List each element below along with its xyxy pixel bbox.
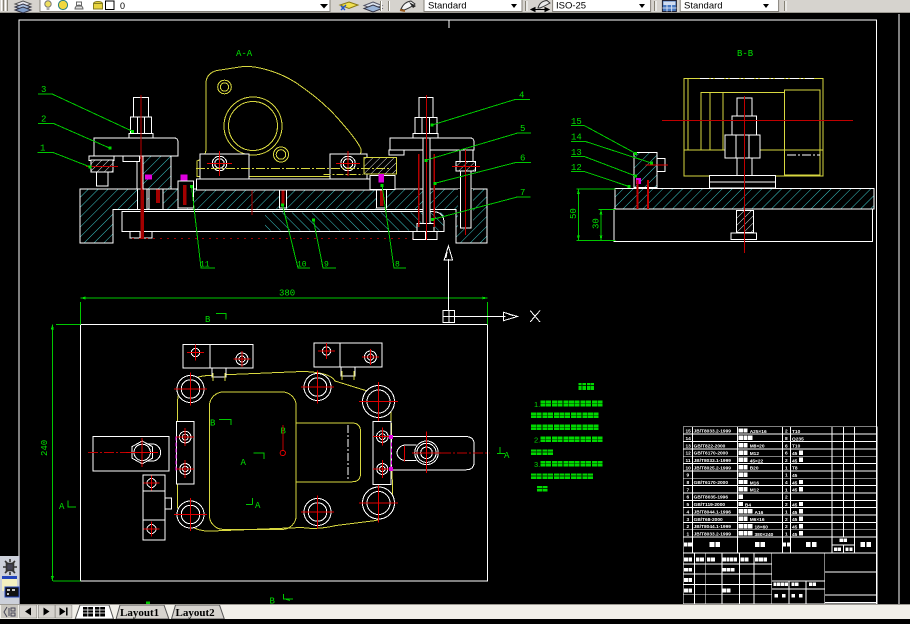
- svg-text:1: 1: [40, 144, 45, 154]
- svg-text:13: 13: [571, 148, 582, 158]
- svg-text:11: 11: [200, 261, 210, 270]
- svg-text:M6×16: M6×16: [750, 517, 765, 523]
- svg-text:50: 50: [569, 208, 579, 219]
- svg-text:45: 45: [792, 458, 798, 464]
- svg-text:380: 380: [279, 289, 295, 299]
- svg-text:T8: T8: [792, 466, 798, 472]
- svg-text:45: 45: [792, 525, 798, 531]
- svg-text:M8×20: M8×20: [750, 444, 765, 450]
- svg-text:A: A: [504, 451, 510, 461]
- svg-text:2: 2: [41, 115, 46, 125]
- svg-text:5: 5: [520, 124, 525, 134]
- svg-text:45: 45: [792, 510, 798, 516]
- svg-text:A: A: [241, 458, 247, 468]
- svg-text:A25×16: A25×16: [750, 429, 767, 435]
- svg-text:Standard: Standard: [428, 1, 467, 12]
- svg-text:12: 12: [571, 163, 582, 173]
- svg-text:45: 45: [792, 480, 798, 486]
- svg-text:30: 30: [592, 218, 602, 229]
- svg-text:9: 9: [324, 261, 329, 270]
- svg-text:4: 4: [519, 91, 524, 101]
- svg-text:M12: M12: [750, 488, 760, 494]
- svg-text:45×22: 45×22: [750, 458, 764, 464]
- svg-text:45: 45: [792, 488, 798, 494]
- svg-text:45: 45: [792, 517, 798, 523]
- svg-text:380×240: 380×240: [755, 532, 774, 538]
- svg-text:18×60: 18×60: [755, 525, 769, 531]
- svg-text:B: B: [270, 597, 276, 605]
- svg-text:15: 15: [571, 117, 582, 127]
- svg-text:B-B: B-B: [737, 49, 754, 59]
- svg-text:10: 10: [297, 261, 307, 270]
- svg-text:T10: T10: [792, 429, 801, 435]
- svg-text:8: 8: [395, 261, 400, 270]
- svg-text:240: 240: [40, 440, 50, 456]
- svg-text:14: 14: [571, 132, 582, 142]
- svg-text:A: A: [59, 502, 65, 512]
- svg-text:3.: 3.: [534, 460, 540, 469]
- svg-text:B4: B4: [745, 502, 751, 508]
- svg-text:M16: M16: [750, 480, 760, 486]
- svg-text:286621141221221: 286621141221221: [785, 429, 788, 538]
- svg-text:A: A: [255, 501, 261, 511]
- svg-text:45: 45: [792, 532, 798, 538]
- svg-text:M12: M12: [750, 451, 760, 457]
- svg-text:6: 6: [520, 153, 525, 163]
- svg-text:45: 45: [792, 502, 798, 508]
- svg-text:B20: B20: [750, 466, 759, 472]
- svg-text:2.: 2.: [534, 436, 540, 445]
- svg-text:Standard: Standard: [684, 1, 723, 12]
- svg-text:Layout2: Layout2: [176, 607, 216, 619]
- svg-text:3: 3: [41, 85, 46, 95]
- svg-text:B: B: [210, 419, 216, 429]
- svg-text:7: 7: [520, 188, 525, 198]
- svg-text:45: 45: [792, 451, 798, 457]
- svg-text:T10: T10: [792, 444, 801, 450]
- svg-text:A16: A16: [755, 510, 764, 516]
- svg-text:0: 0: [120, 1, 125, 11]
- svg-text:B: B: [205, 315, 211, 325]
- svg-text:Q235: Q235: [792, 436, 804, 442]
- svg-text:45: 45: [792, 473, 798, 479]
- svg-text:B: B: [281, 427, 287, 437]
- svg-text:A-A: A-A: [236, 49, 253, 59]
- svg-text:1.: 1.: [534, 400, 540, 409]
- svg-text:ISO-25: ISO-25: [556, 1, 586, 12]
- svg-text:Layout1: Layout1: [120, 607, 159, 619]
